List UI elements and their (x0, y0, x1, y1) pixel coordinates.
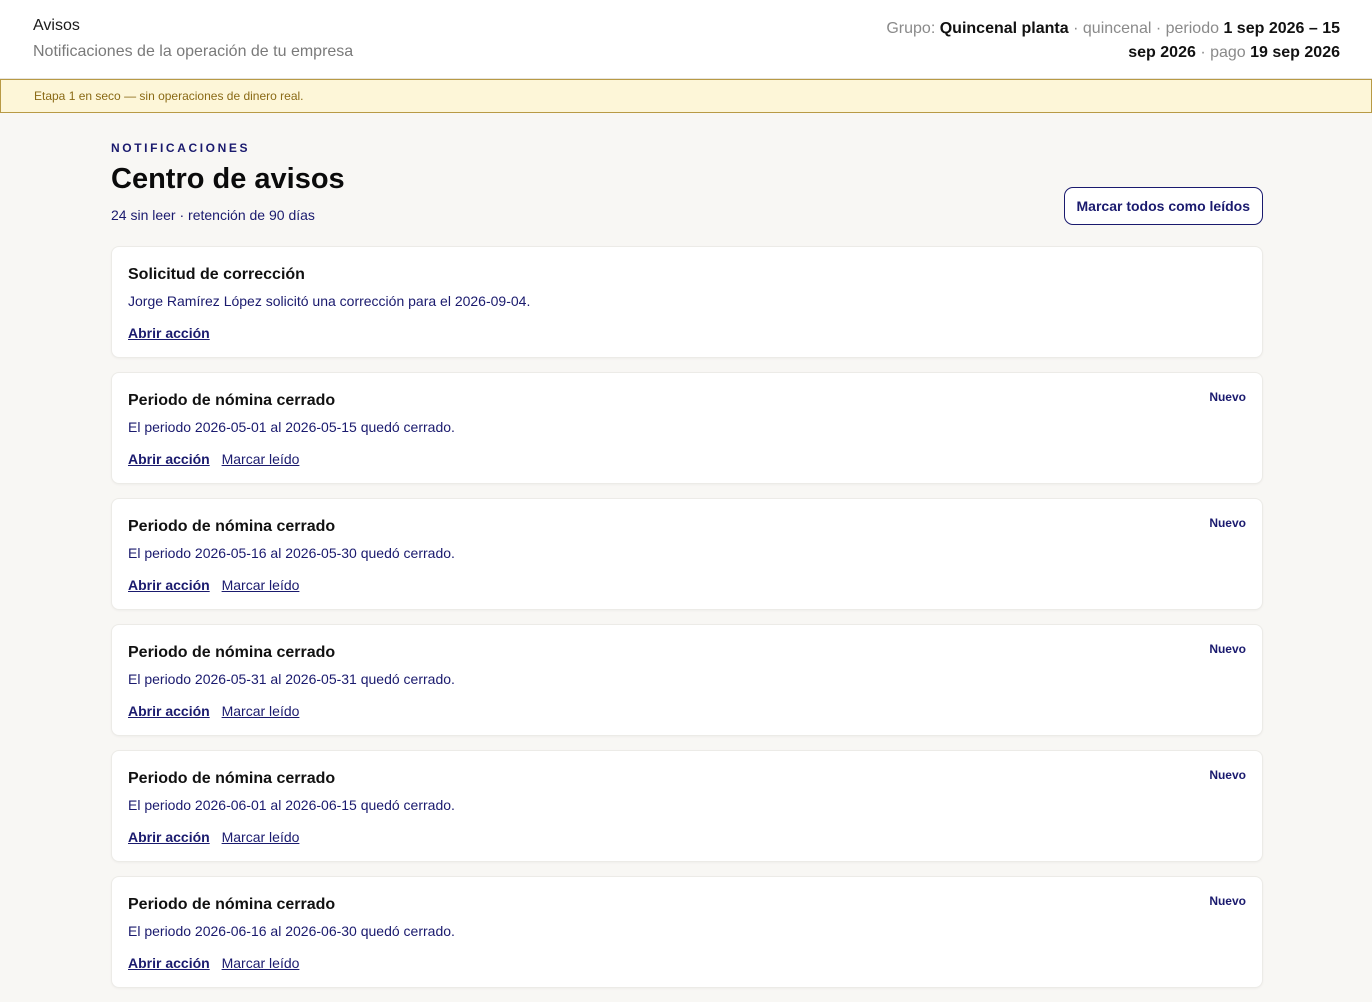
notification-card: Nuevo Periodo de nómina cerrado El perio… (111, 876, 1263, 988)
open-action-link[interactable]: Abrir acción (128, 325, 210, 341)
notification-body: El periodo 2026-05-01 al 2026-05-15 qued… (128, 419, 455, 435)
top-bar: Avisos Notificaciones de la operación de… (0, 0, 1372, 79)
period-label: periodo (1165, 20, 1219, 37)
notification-card: Nuevo Periodo de nómina cerrado El perio… (111, 498, 1263, 610)
notification-body: El periodo 2026-05-16 al 2026-05-30 qued… (128, 545, 455, 561)
separator: · (1200, 44, 1211, 61)
new-badge: Nuevo (1209, 894, 1246, 908)
notification-card: Nuevo Periodo de nómina cerrado El perio… (111, 624, 1263, 736)
notification-card: Nuevo Periodo de nómina cerrado El perio… (111, 750, 1263, 862)
notification-actions: Abrir acción (128, 325, 218, 341)
mark-read-link[interactable]: Marcar leído (222, 703, 300, 719)
pay-label: pago (1210, 44, 1246, 61)
notification-title: Periodo de nómina cerrado (128, 770, 336, 787)
open-action-link[interactable]: Abrir acción (128, 703, 210, 719)
app-title: Avisos (33, 17, 80, 34)
notification-body: El periodo 2026-06-01 al 2026-06-15 qued… (128, 797, 455, 813)
notification-actions: Abrir acción Marcar leído (128, 577, 307, 593)
notification-list: Solicitud de corrección Jorge Ramírez Ló… (111, 246, 1263, 1002)
notification-title: Periodo de nómina cerrado (128, 518, 336, 535)
notification-title: Periodo de nómina cerrado (128, 896, 336, 913)
notification-title: Solicitud de corrección (128, 266, 305, 283)
notification-actions: Abrir acción Marcar leído (128, 829, 307, 845)
pay-value: 19 sep 2026 (1250, 44, 1340, 61)
new-badge: Nuevo (1209, 516, 1246, 530)
open-action-link[interactable]: Abrir acción (128, 955, 210, 971)
notification-title: Periodo de nómina cerrado (128, 392, 336, 409)
unread-count: 24 sin leer · retención de 90 días (111, 207, 315, 223)
new-badge: Nuevo (1209, 768, 1246, 782)
app-subtitle: Notificaciones de la operación de tu emp… (33, 43, 354, 60)
separator: · (1073, 20, 1083, 37)
separator: · (1155, 20, 1166, 37)
page-title: Centro de avisos (111, 163, 345, 195)
open-action-link[interactable]: Abrir acción (128, 829, 210, 845)
notification-body: El periodo 2026-05-31 al 2026-05-31 qued… (128, 671, 455, 687)
mark-all-read-button[interactable]: Marcar todos como leídos (1063, 187, 1263, 225)
group-label: Grupo: (886, 20, 936, 37)
new-badge: Nuevo (1209, 642, 1246, 656)
notification-actions: Abrir acción Marcar leído (128, 955, 307, 971)
payroll-context: Grupo: Quincenal planta · quincenal · pe… (860, 17, 1340, 65)
notification-card: Nuevo Periodo de nómina cerrado El perio… (111, 372, 1263, 484)
open-action-link[interactable]: Abrir acción (128, 577, 210, 593)
notification-title: Periodo de nómina cerrado (128, 644, 336, 661)
mark-read-link[interactable]: Marcar leído (222, 451, 300, 467)
notification-card: Solicitud de corrección Jorge Ramírez Ló… (111, 246, 1263, 358)
frequency: quincenal (1082, 20, 1152, 37)
mark-read-link[interactable]: Marcar leído (222, 577, 300, 593)
notification-body: Jorge Ramírez López solicitó una correcc… (128, 293, 531, 309)
notification-actions: Abrir acción Marcar leído (128, 451, 307, 467)
notification-body: El periodo 2026-06-16 al 2026-06-30 qued… (128, 923, 455, 939)
section-eyebrow: NOTIFICACIONES (111, 141, 251, 155)
new-badge: Nuevo (1209, 390, 1246, 404)
dry-run-banner: Etapa 1 en seco — sin operaciones de din… (0, 79, 1372, 113)
mark-read-link[interactable]: Marcar leído (222, 829, 300, 845)
group-name: Quincenal planta (939, 20, 1069, 37)
mark-read-link[interactable]: Marcar leído (222, 955, 300, 971)
notification-actions: Abrir acción Marcar leído (128, 703, 307, 719)
open-action-link[interactable]: Abrir acción (128, 451, 210, 467)
